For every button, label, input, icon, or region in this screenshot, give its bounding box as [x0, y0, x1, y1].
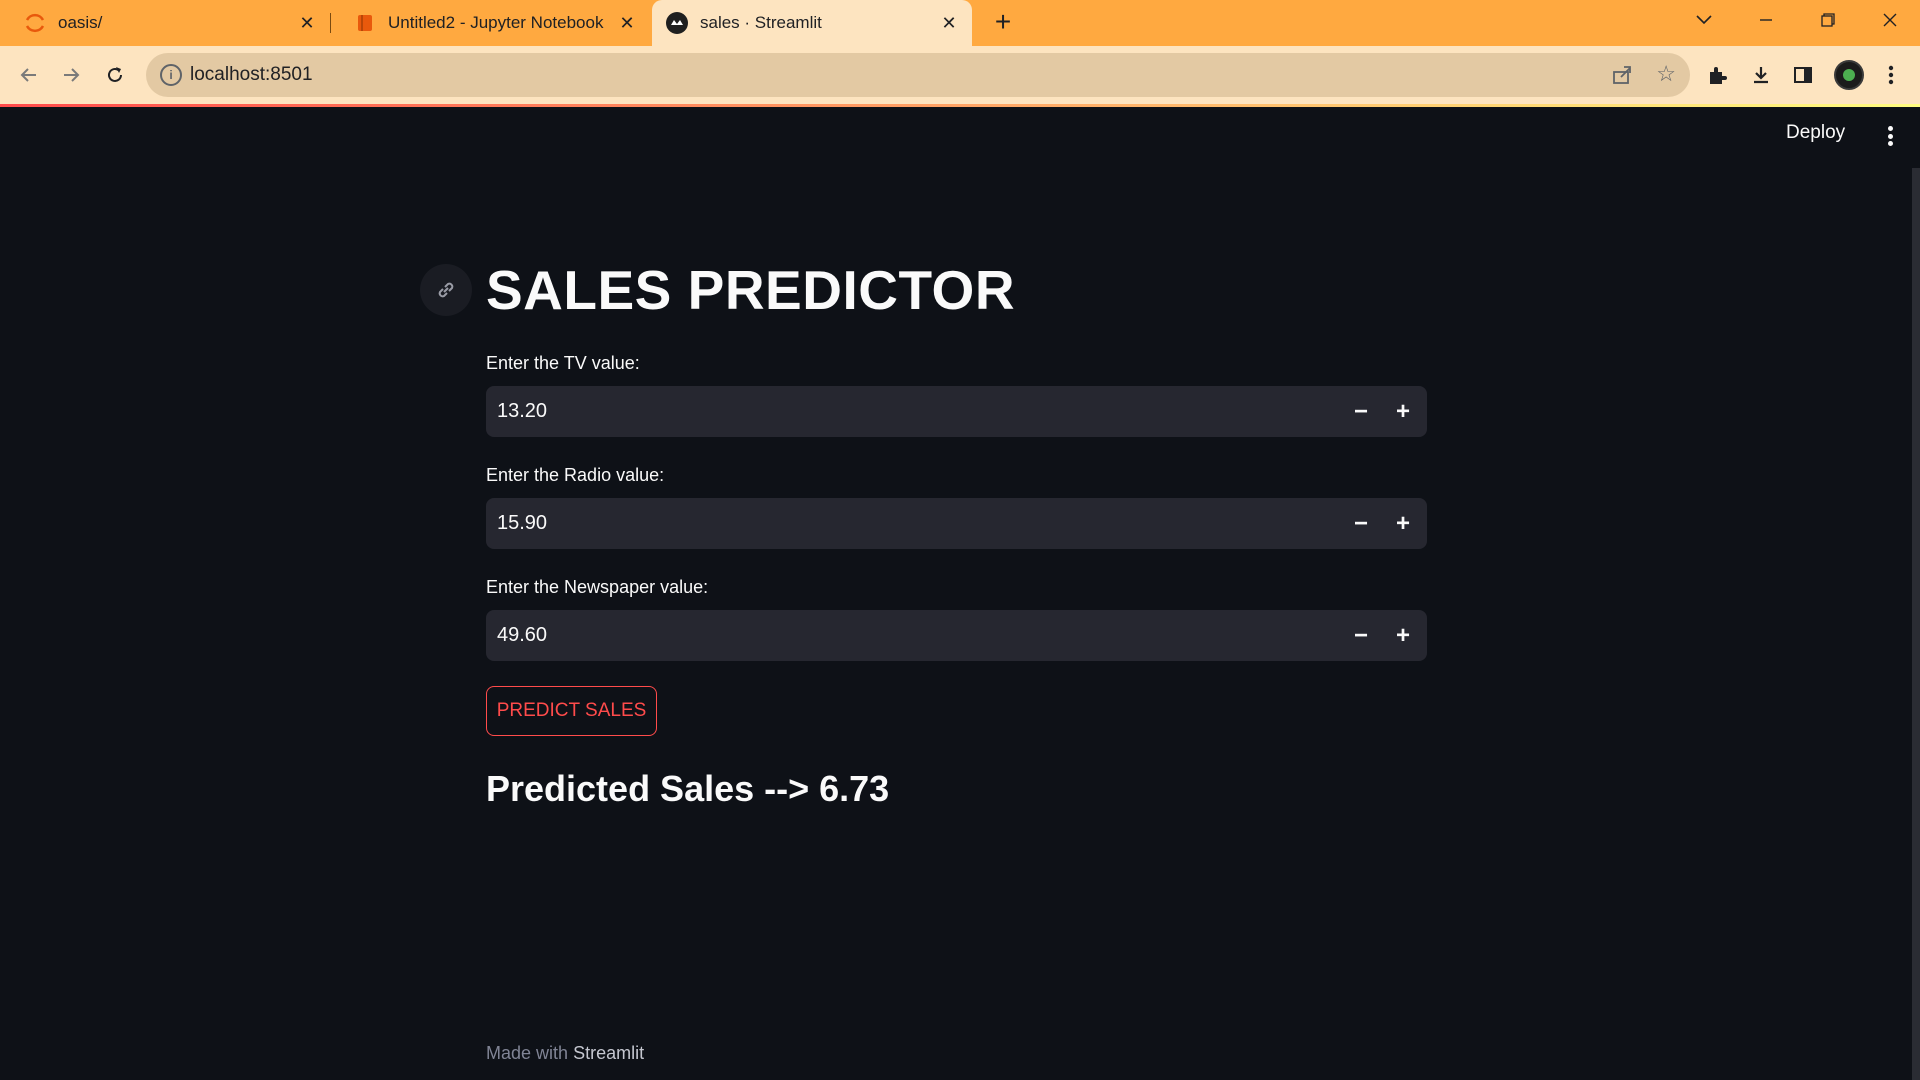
newspaper-label: Enter the Newspaper value: — [486, 577, 709, 597]
close-icon[interactable]: ✕ — [616, 12, 638, 34]
newspaper-number-input: − + — [486, 610, 1427, 661]
tv-input[interactable] — [486, 386, 1316, 437]
decrement-icon[interactable]: − — [1343, 506, 1379, 542]
jupyter-notebook-icon — [354, 12, 376, 34]
close-icon[interactable]: ✕ — [938, 12, 960, 34]
side-panel-icon[interactable] — [1786, 58, 1820, 92]
streamlit-decoration-bar — [0, 104, 1920, 107]
tab-jupyter-notebook[interactable]: Untitled2 - Jupyter Notebook ✕ — [330, 0, 650, 46]
deploy-button[interactable]: Deploy — [1786, 122, 1845, 144]
newspaper-input[interactable] — [486, 610, 1316, 661]
close-icon[interactable]: ✕ — [296, 12, 318, 34]
page-title: SALES PREDICTOR — [486, 259, 1016, 321]
link-icon[interactable] — [420, 264, 472, 316]
address-bar[interactable]: i localhost:8501 ☆ — [146, 53, 1690, 97]
radio-input[interactable] — [486, 498, 1316, 549]
streamlit-link[interactable]: Streamlit — [573, 1043, 644, 1063]
browser-menu-icon[interactable] — [1874, 58, 1908, 92]
main-menu-icon[interactable] — [1880, 124, 1900, 148]
tab-search-icon[interactable] — [1676, 0, 1732, 40]
tab-strip: oasis/ ✕ Untitled2 - Jupyter Notebook ✕ … — [0, 0, 1920, 46]
radio-number-input: − + — [486, 498, 1427, 549]
predict-sales-button[interactable]: PREDICT SALES — [486, 686, 657, 736]
tab-streamlit[interactable]: sales · Streamlit ✕ — [652, 0, 972, 46]
tab-oasis[interactable]: oasis/ ✕ — [0, 0, 330, 46]
url-text[interactable]: localhost:8501 — [190, 64, 313, 86]
footer: Made with Streamlit — [486, 1043, 644, 1064]
tv-label: Enter the TV value: — [486, 353, 640, 373]
share-icon[interactable] — [1610, 63, 1634, 87]
streamlit-icon — [666, 12, 688, 34]
back-icon[interactable] — [10, 56, 48, 94]
tv-number-input: − + — [486, 386, 1427, 437]
increment-icon[interactable]: + — [1385, 506, 1421, 542]
profile-avatar[interactable] — [1834, 60, 1864, 90]
decrement-icon[interactable]: − — [1343, 618, 1379, 654]
tab-title: sales · Streamlit — [700, 13, 822, 32]
tab-title: Untitled2 - Jupyter Notebook — [388, 13, 604, 32]
extensions-icon[interactable] — [1700, 58, 1734, 92]
radio-label: Enter the Radio value: — [486, 465, 665, 485]
scrollbar[interactable] — [1912, 168, 1920, 1080]
browser-toolbar: i localhost:8501 ☆ — [0, 46, 1920, 104]
decrement-icon[interactable]: − — [1343, 394, 1379, 430]
site-info-icon[interactable]: i — [160, 64, 182, 86]
forward-icon[interactable] — [52, 56, 90, 94]
bookmark-star-icon[interactable]: ☆ — [1656, 61, 1676, 87]
footer-prefix: Made with — [486, 1043, 569, 1063]
download-icon[interactable] — [1744, 58, 1778, 92]
increment-icon[interactable]: + — [1385, 618, 1421, 654]
tab-title: oasis/ — [58, 13, 103, 32]
jupyter-spinner-icon — [24, 12, 46, 34]
reload-icon[interactable] — [96, 56, 134, 94]
close-window-icon[interactable] — [1862, 0, 1918, 40]
new-tab-button[interactable]: + — [988, 8, 1018, 38]
minimize-icon[interactable] — [1738, 0, 1794, 40]
increment-icon[interactable]: + — [1385, 394, 1421, 430]
restore-icon[interactable] — [1800, 0, 1856, 40]
predicted-sales-result: Predicted Sales --> 6.73 — [486, 768, 890, 809]
